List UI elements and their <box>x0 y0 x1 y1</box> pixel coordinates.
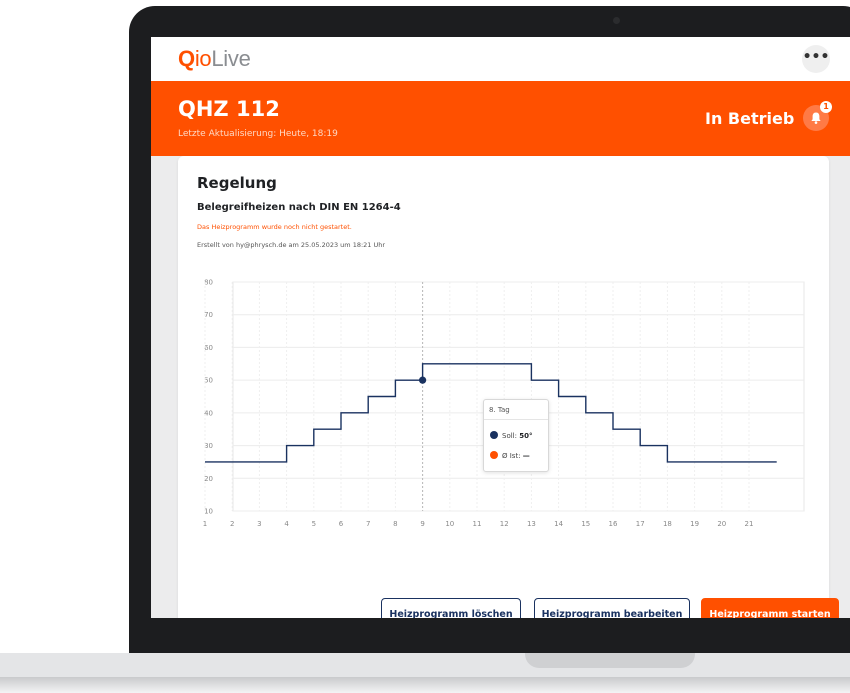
tooltip-day: 8. Tag <box>489 406 510 414</box>
x-tick-label: 21 <box>745 520 754 528</box>
webcam <box>613 17 620 24</box>
x-tick-label: 20 <box>717 520 726 528</box>
x-tick-label: 6 <box>339 520 344 528</box>
device-name: QHZ 112 <box>178 97 280 121</box>
x-tick-label: 19 <box>690 520 699 528</box>
x-tick-label: 8 <box>393 520 397 528</box>
device-header: QHZ 112 Letzte Aktualisierung: Heute, 18… <box>151 81 850 156</box>
laptop-notch <box>525 653 695 668</box>
status-label: In Betrieb <box>705 109 795 128</box>
laptop-base <box>0 653 850 677</box>
plot-frame <box>232 281 805 512</box>
x-tick-label: 5 <box>312 520 316 528</box>
x-tick-label: 2 <box>230 520 234 528</box>
edit-program-button[interactable]: Heizprogramm bearbeiten <box>534 598 690 618</box>
x-tick-label: 10 <box>445 520 454 528</box>
qiolive-logo[interactable]: QioLive <box>178 46 251 72</box>
hover-point <box>419 376 427 384</box>
laptop-mockup: QioLive ••• QHZ 112 Letzte Aktualisierun… <box>0 0 850 693</box>
y-tick-label: 10 <box>204 508 213 516</box>
delete-program-button[interactable]: Heizprogramm löschen <box>381 598 521 618</box>
ist-legend-dot <box>490 451 498 459</box>
bell-icon <box>811 112 821 124</box>
last-update-text: Letzte Aktualisierung: Heute, 18:19 <box>178 129 338 139</box>
x-tick-label: 1 <box>203 520 207 528</box>
x-tick-label: 9 <box>420 520 424 528</box>
soll-legend-dot <box>490 431 498 439</box>
regelung-card: Regelung Belegreifheizen nach DIN EN 126… <box>178 156 839 618</box>
x-tick-label: 17 <box>636 520 645 528</box>
x-tick-label: 13 <box>527 520 536 528</box>
x-tick-label: 7 <box>366 520 370 528</box>
x-tick-label: 3 <box>257 520 261 528</box>
chart-tooltip: 8. Tag Soll: 50° Ø Ist: — <box>483 399 549 472</box>
heating-program-chart[interactable]: 10203040506070801 2 3 4 5 6 7 8 9 10 11 12 13 14 15 16 1… <box>178 156 829 576</box>
x-tick-label: 18 <box>663 520 672 528</box>
x-tick-label: 14 <box>554 520 563 528</box>
soll-value: 50° <box>519 432 533 440</box>
x-tick-label: 15 <box>581 520 590 528</box>
x-tick-label: 12 <box>500 520 509 528</box>
more-options-button[interactable]: ••• <box>802 45 830 73</box>
x-tick-label: 11 <box>473 520 482 528</box>
app-screen: QioLive ••• QHZ 112 Letzte Aktualisierun… <box>151 37 850 618</box>
x-tick-label: 4 <box>284 520 289 528</box>
tooltip-soll-row: Soll: 50° <box>490 431 532 440</box>
start-program-button[interactable]: Heizprogramm starten <box>701 598 839 618</box>
tooltip-divider <box>484 419 548 420</box>
x-tick-label: 16 <box>609 520 618 528</box>
notification-badge: 1 <box>820 101 832 113</box>
ist-value: — <box>522 452 530 460</box>
top-bar: QioLive ••• <box>151 37 850 81</box>
tooltip-ist-row: Ø Ist: — <box>490 451 530 460</box>
laptop-shadow <box>0 677 850 693</box>
